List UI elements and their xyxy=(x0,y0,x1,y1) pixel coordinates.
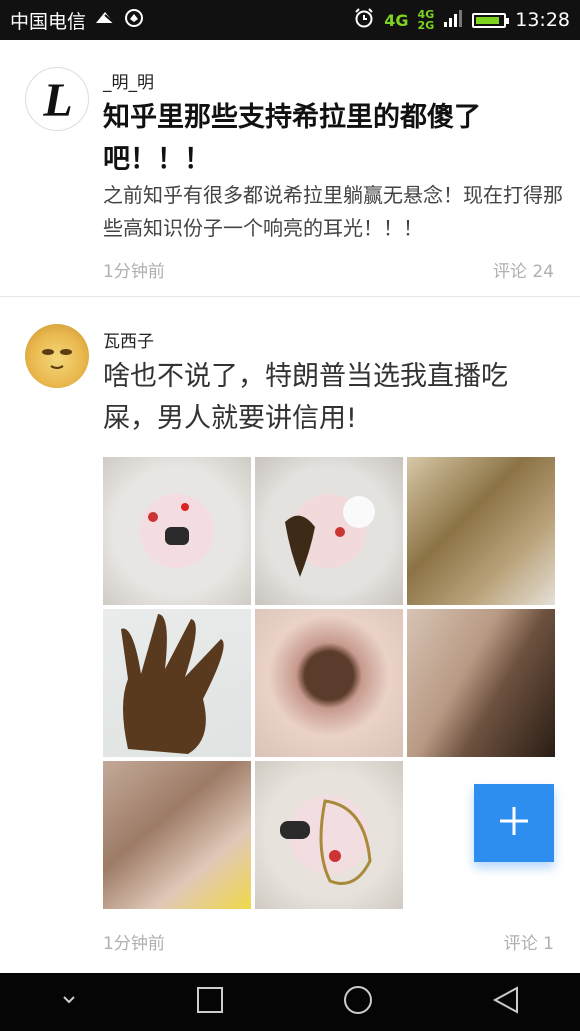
post-title[interactable]: 知乎里那些支持希拉里的都傻了吧！！！ xyxy=(103,97,553,181)
photo-thumbnail[interactable] xyxy=(407,609,555,757)
status-bar: 中国电信 4G 4G 2G 13:28 xyxy=(0,0,580,40)
signal-icon xyxy=(443,8,463,33)
comment-count[interactable]: 评论 24 xyxy=(493,257,554,282)
photo-thumbnail[interactable] xyxy=(255,609,403,757)
author-name[interactable]: 瓦西子 xyxy=(103,327,154,352)
battery-level xyxy=(476,16,500,24)
network-type: 4G xyxy=(384,10,409,30)
post-title[interactable]: 啥也不说了，特朗普当选我直播吃屎，男人就要讲信用! xyxy=(103,356,553,440)
post-time: 1分钟前 xyxy=(103,262,165,282)
carrier-name: 中国电信 xyxy=(10,10,87,33)
photo-thumbnail[interactable] xyxy=(255,761,403,909)
battery-icon xyxy=(472,12,510,28)
plus-icon xyxy=(497,804,531,842)
author-name[interactable]: _明_明 xyxy=(103,68,154,93)
feed-post[interactable]: L _明_明 知乎里那些支持希拉里的都傻了吧！！！ 之前知乎有很多都说希拉里躺赢… xyxy=(0,40,580,296)
compose-button[interactable] xyxy=(474,784,554,862)
network-dual: 4G 2G xyxy=(417,8,435,32)
avatar[interactable] xyxy=(25,324,89,388)
comment-count[interactable]: 评论 1 xyxy=(504,929,554,954)
avatar[interactable]: L xyxy=(25,67,89,131)
home-icon[interactable] xyxy=(342,984,374,1020)
recent-apps-icon[interactable] xyxy=(196,986,224,1018)
photo-thumbnail[interactable] xyxy=(255,457,403,605)
photo-thumbnail[interactable] xyxy=(407,457,555,605)
alarm-icon xyxy=(353,7,375,34)
back-down-icon[interactable] xyxy=(59,990,79,1014)
photo-thumbnail[interactable] xyxy=(103,457,251,605)
post-excerpt[interactable]: 之前知乎有很多都说希拉里躺赢无悬念！现在打得那些高知识份子一个响亮的耳光！！！ xyxy=(103,179,563,245)
system-nav-bar xyxy=(0,973,580,1031)
photo-thumbnail[interactable] xyxy=(103,761,251,909)
post-time: 1分钟前 xyxy=(103,934,165,954)
shield-icon xyxy=(124,8,144,32)
photo-thumbnail[interactable] xyxy=(103,609,251,757)
back-icon[interactable] xyxy=(491,985,521,1019)
wifi-signal-icon xyxy=(94,9,116,31)
clock: 13:28 xyxy=(515,9,570,31)
svg-text:L: L xyxy=(42,74,72,127)
